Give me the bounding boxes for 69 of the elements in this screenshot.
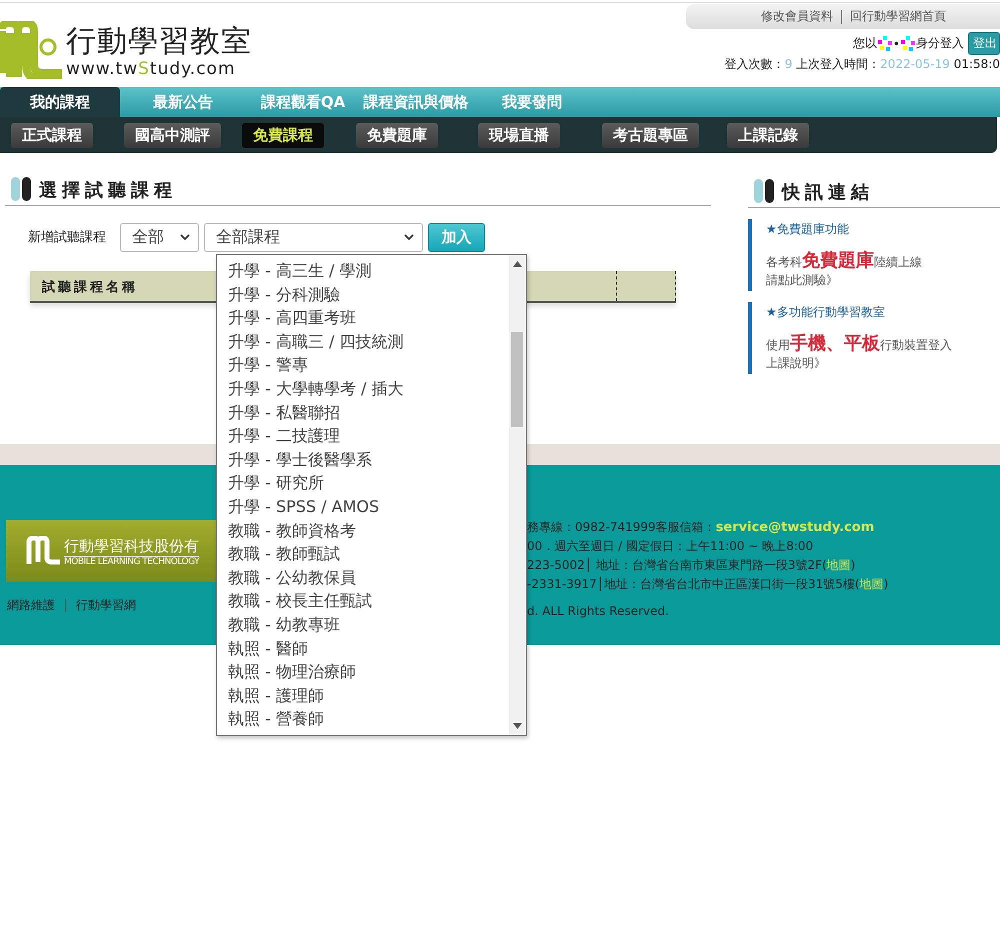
address-text: -2331-3917│地址：台灣省台北市中正區漢口街一段31號5樓(地圖) xyxy=(527,576,888,593)
dropdown-option[interactable]: 教職 - 教師甄試 xyxy=(228,542,509,566)
login-text: 身分登入 xyxy=(916,35,964,52)
dropdown-option[interactable]: 教職 - 幼教專班 xyxy=(228,612,509,636)
dropdown-option[interactable]: 升學 - 大學轉學考 / 插大 xyxy=(228,376,509,401)
subnav-tab[interactable]: 免費課程 xyxy=(242,122,324,148)
column-header: 試聽課程名稱 xyxy=(40,279,139,297)
dropdown-option[interactable]: 執照 - 護理師 xyxy=(228,684,509,708)
dropdown-option[interactable]: 升學 - 警專 xyxy=(228,353,509,377)
dropdown-option[interactable]: 升學 - 二技護理 xyxy=(228,424,509,448)
copyright-text: d. ALL Rights Reserved. xyxy=(527,603,670,620)
subnav-tab[interactable]: 正式課程 xyxy=(11,122,93,148)
subnav-tab[interactable]: 考古題專區 xyxy=(602,122,699,148)
scroll-up-icon xyxy=(513,261,522,267)
logo-icon xyxy=(0,21,62,79)
news-text: 使用手機、平板行動裝置登入 xyxy=(766,332,953,355)
form-label: 新增試聽課程 xyxy=(28,229,106,246)
subnav-tab[interactable]: 現場直播 xyxy=(478,122,560,148)
course-select[interactable]: 全部課程 xyxy=(204,222,423,252)
title-marker-icon xyxy=(11,177,33,203)
news-heading[interactable]: ★多功能行動學習教室 xyxy=(766,304,1000,321)
dropdown-option[interactable]: 升學 - 高職三 / 四技統測 xyxy=(228,330,509,354)
dropdown-option[interactable]: 升學 - SPSS / AMOS xyxy=(228,494,509,519)
news-heading[interactable]: ★免費題庫功能 xyxy=(766,221,1000,238)
site-title: 行動學習教室 xyxy=(66,25,252,59)
company-logo-icon xyxy=(26,536,62,566)
subnav-tab[interactable]: 免費題庫 xyxy=(356,122,438,148)
dropdown-option[interactable]: 升學 - 私醫聯招 xyxy=(228,400,509,424)
nav-tab[interactable]: 我的課程 xyxy=(0,87,120,117)
news-link[interactable]: 上課說明》 xyxy=(766,355,1000,372)
caret-icon xyxy=(180,234,190,240)
title-marker-icon xyxy=(754,179,776,205)
dropdown-option[interactable]: 升學 - 高三生 / 學測 xyxy=(228,259,509,283)
login-text: 您以 xyxy=(852,35,877,52)
section-title: 快訊連結 xyxy=(782,181,874,204)
news-text: 各考科免費題庫陸續上線 xyxy=(766,249,923,272)
section-title: 選擇試聽課程 xyxy=(39,179,177,202)
scrollbar-thumb[interactable] xyxy=(511,332,523,427)
dropdown-option[interactable]: 執照 - 醫師 xyxy=(228,636,509,660)
dropdown-option[interactable]: 教職 - 教師資格考 xyxy=(228,518,509,542)
hours-text: 00．週六至週日 / 國定假日：上午11:00 ~ 晚上8:00 xyxy=(527,538,814,555)
footer-link[interactable]: 網路維護 xyxy=(7,597,55,614)
site-url: www.twStudy.com xyxy=(66,59,237,79)
dropdown-option[interactable]: 教職 - 公幼教保員 xyxy=(228,566,509,590)
account-link[interactable]: 修改會員資料 xyxy=(761,8,833,25)
contact-text: 務專線：0982-741999客服信箱：service@twstudy.com xyxy=(527,519,876,537)
news-link[interactable]: 請點此測驗》 xyxy=(766,272,1000,289)
subnav-tab[interactable]: 上課記錄 xyxy=(727,122,809,148)
scroll-down-icon xyxy=(513,723,522,729)
pixelated-icon xyxy=(901,36,915,52)
company-english-name: MOBILE LEARNING TECHNOLOGY xyxy=(64,556,200,566)
pixelated-icon xyxy=(878,36,892,52)
company-name: 行動學習科技股份有 xyxy=(64,536,200,556)
footer-link[interactable]: 行動學習網 xyxy=(76,597,136,614)
caret-icon xyxy=(404,234,414,240)
account-link[interactable]: 回行動學習網首頁 xyxy=(850,8,946,25)
dropdown-option[interactable]: 升學 - 高四重考班 xyxy=(228,306,509,330)
dropdown-option[interactable]: 執照 - 營養師 xyxy=(228,707,509,731)
subnav-tab[interactable]: 國高中測評 xyxy=(124,122,221,148)
login-text: • xyxy=(892,36,900,50)
dropdown-option[interactable]: 教職 - 校長主任甄試 xyxy=(228,589,509,613)
dropdown-option[interactable]: 升學 - 研究所 xyxy=(228,471,509,495)
login-info-text: 登入次數：9 上次登入時間：2022-05-19 01:58:0 xyxy=(724,56,1000,73)
address-text: 223-5002│ 地址：台灣省台南市東區東門路一段3號2F(地圖) xyxy=(527,556,856,574)
scrollbar[interactable] xyxy=(509,255,526,735)
dropdown-option[interactable]: 執照 - 物理治療師 xyxy=(228,660,509,684)
dropdown-option[interactable]: 升學 - 學士後醫學系 xyxy=(228,448,509,472)
category-select[interactable]: 全部 xyxy=(120,222,199,252)
dropdown-option[interactable]: 升學 - 分科測驗 xyxy=(228,282,509,306)
